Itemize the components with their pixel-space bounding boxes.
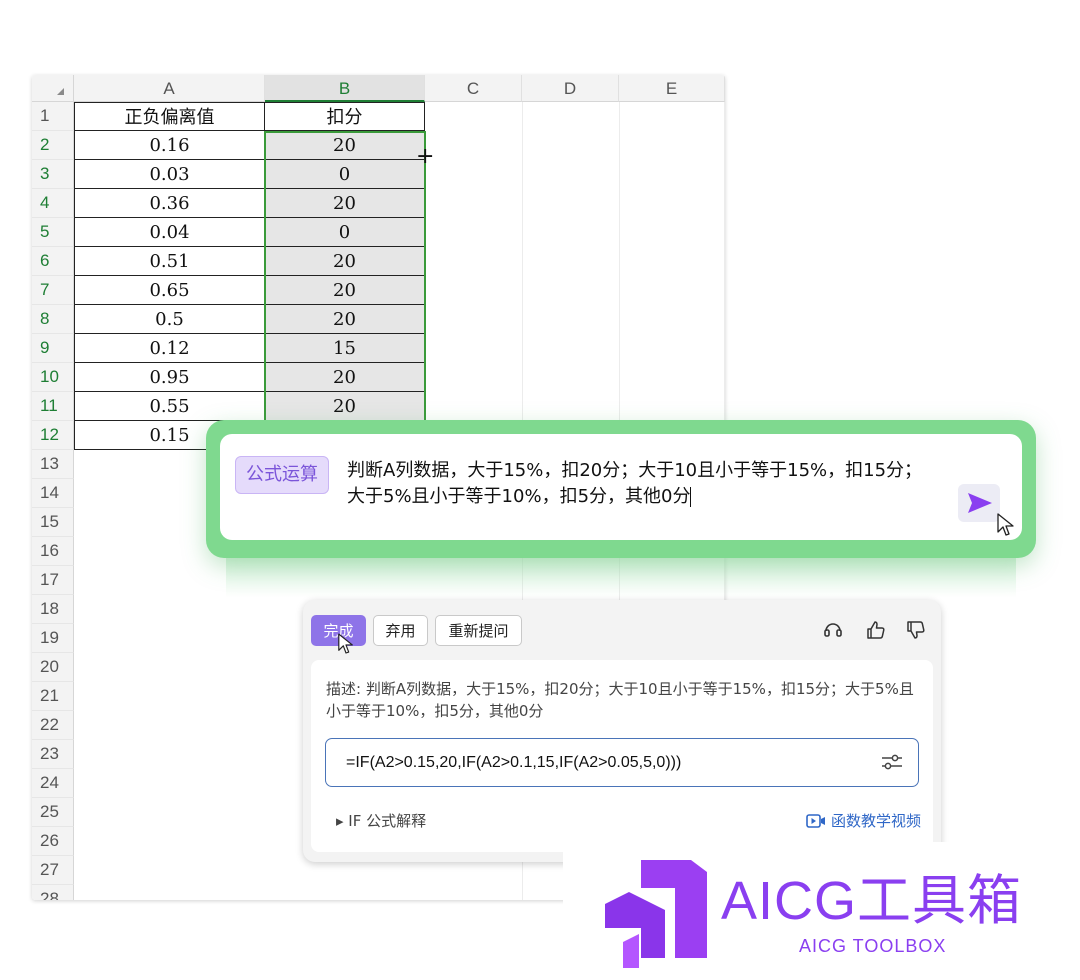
if-explanation-toggle[interactable]: ▸ IF 公式解释 — [336, 810, 426, 831]
headset-icon[interactable] — [821, 618, 845, 642]
row-header[interactable]: 10 — [32, 363, 74, 392]
row-header[interactable]: 5 — [32, 218, 74, 247]
row-header[interactable]: 12 — [32, 421, 74, 450]
cell-a[interactable]: 0.03 — [74, 160, 265, 189]
mouse-pointer-icon — [338, 633, 353, 654]
formula-description: 描述: 判断A列数据，大于15%，扣20分；大于10且小于等于15%，扣15分；… — [326, 680, 914, 720]
row-header[interactable]: 13 — [32, 450, 74, 479]
row-header[interactable]: 9 — [32, 334, 74, 363]
result-panel: 完成 弃用 重新提问 描述: 判断A列数据，大于15%，扣20分；大于10且小于… — [303, 600, 941, 862]
row-header[interactable]: 24 — [32, 769, 74, 798]
column-header-a[interactable]: A — [74, 75, 265, 102]
row-header[interactable]: 15 — [32, 508, 74, 537]
prompt-input[interactable]: 判断A列数据，大于15%，扣20分；大于10且小于等于15%，扣15分；大于5%… — [347, 458, 937, 510]
cell-b[interactable]: 15 — [265, 334, 425, 363]
row-header[interactable]: 18 — [32, 595, 74, 624]
thumbs-up-icon[interactable] — [864, 618, 888, 642]
cell-b[interactable]: 0 — [265, 218, 425, 247]
cell-a[interactable]: 0.65 — [74, 276, 265, 305]
column-header-c[interactable]: C — [425, 75, 522, 102]
row-header[interactable]: 22 — [32, 711, 74, 740]
send-button[interactable] — [958, 484, 1000, 522]
discard-button[interactable]: 弃用 — [373, 615, 428, 646]
row-header[interactable]: 28 — [32, 885, 74, 900]
select-all-corner[interactable] — [32, 75, 74, 102]
row-header[interactable]: 3 — [32, 160, 74, 189]
row-header[interactable]: 25 — [32, 798, 74, 827]
sliders-icon[interactable] — [880, 751, 904, 773]
cell-b[interactable]: 20 — [265, 189, 425, 218]
brand-subtitle: AICG TOOLBOX — [799, 936, 947, 956]
column-header-d[interactable]: D — [522, 75, 619, 102]
row-header[interactable]: 8 — [32, 305, 74, 334]
aicg-logo-icon — [605, 860, 707, 968]
cell-header-deduction[interactable]: 扣分 — [265, 102, 425, 131]
prompt-glow — [226, 558, 1016, 598]
row-header[interactable]: 2 — [32, 131, 74, 160]
cell-a[interactable]: 0.55 — [74, 392, 265, 421]
formula-text: =IF(A2>0.15,20,IF(A2>0.1,15,IF(A2>0.05,5… — [346, 754, 682, 771]
row-header[interactable]: 17 — [32, 566, 74, 595]
thumbs-down-icon[interactable] — [904, 618, 928, 642]
cell-b[interactable]: 20 — [265, 247, 425, 276]
row-header[interactable]: 27 — [32, 856, 74, 885]
cell-a[interactable]: 0.95 — [74, 363, 265, 392]
cell-a[interactable]: 0.5 — [74, 305, 265, 334]
row-header[interactable]: 23 — [32, 740, 74, 769]
text-caret — [690, 487, 692, 507]
tutorial-video-label: 函数教学视频 — [830, 812, 921, 830]
brand-title: AICG工具箱 — [721, 871, 1023, 931]
tutorial-video-link[interactable]: 函数教学视频 — [806, 810, 921, 831]
row-header[interactable]: 1 — [32, 102, 74, 131]
column-header-e[interactable]: E — [619, 75, 725, 102]
row-header[interactable]: 26 — [32, 827, 74, 856]
cell-b[interactable]: 20 — [265, 131, 425, 160]
cell-b[interactable]: 20 — [265, 276, 425, 305]
row-header[interactable]: 21 — [32, 682, 74, 711]
row-header[interactable]: 7 — [32, 276, 74, 305]
send-arrow-icon — [968, 493, 992, 513]
cell-b[interactable]: 20 — [265, 392, 425, 421]
cell-a[interactable]: 0.04 — [74, 218, 265, 247]
cell-a[interactable]: 0.36 — [74, 189, 265, 218]
column-header-b[interactable]: B — [265, 75, 425, 102]
crosshair-cursor-icon: + — [416, 144, 435, 169]
cell-a[interactable]: 0.16 — [74, 131, 265, 160]
cell-header-deviation[interactable]: 正负偏离值 — [74, 102, 265, 131]
cell-a[interactable]: 0.12 — [74, 334, 265, 363]
row-header[interactable]: 6 — [32, 247, 74, 276]
formula-field[interactable]: =IF(A2>0.15,20,IF(A2>0.1,15,IF(A2>0.05,5… — [325, 738, 919, 787]
row-header[interactable]: 4 — [32, 189, 74, 218]
prompt-text: 判断A列数据，大于15%，扣20分；大于10且小于等于15%，扣15分；大于5%… — [347, 460, 923, 507]
row-header[interactable]: 19 — [32, 624, 74, 653]
cell-b[interactable]: 0 — [265, 160, 425, 189]
prompt-panel: 公式运算 判断A列数据，大于15%，扣20分；大于10且小于等于15%，扣15分… — [206, 420, 1036, 558]
reask-button[interactable]: 重新提问 — [435, 615, 522, 646]
cell-b[interactable]: 20 — [265, 305, 425, 334]
video-icon — [806, 814, 825, 828]
row-header[interactable]: 11 — [32, 392, 74, 421]
row-header[interactable]: 14 — [32, 479, 74, 508]
row-header[interactable]: 20 — [32, 653, 74, 682]
formula-mode-tag[interactable]: 公式运算 — [235, 456, 329, 494]
row-header[interactable]: 16 — [32, 537, 74, 566]
cell-a[interactable]: 0.51 — [74, 247, 265, 276]
result-content: 描述: 判断A列数据，大于15%，扣20分；大于10且小于等于15%，扣15分；… — [311, 660, 933, 852]
brand-watermark: AICG工具箱 AICG TOOLBOX — [563, 842, 1080, 980]
mouse-pointer-icon — [997, 513, 1014, 536]
cell-b[interactable]: 20 — [265, 363, 425, 392]
prompt-card: 公式运算 判断A列数据，大于15%，扣20分；大于10且小于等于15%，扣15分… — [220, 434, 1022, 540]
